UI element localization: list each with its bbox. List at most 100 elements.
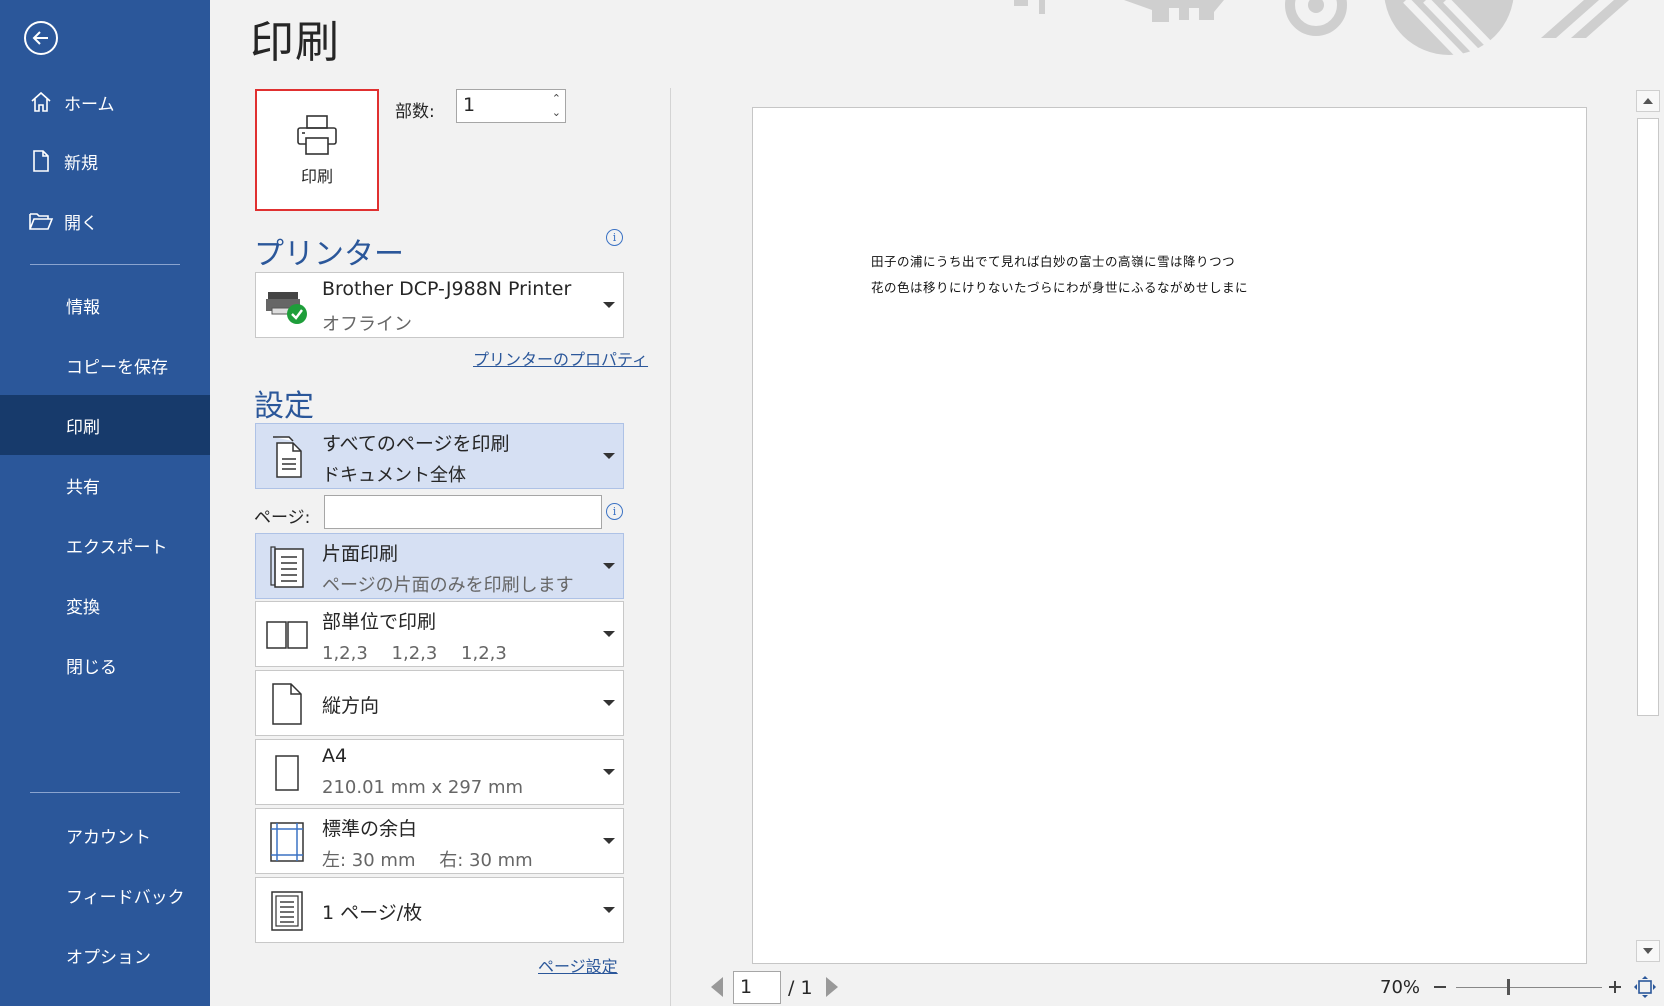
sidebar-item-label: 変換: [66, 597, 100, 618]
preview-text-line: 田子の浦にうち出でて見れば白妙の富士の高嶺に雪は降りつつ: [871, 254, 1236, 269]
sidebar-item-info[interactable]: 情報: [0, 275, 210, 335]
printer-name: Brother DCP-J988N Printer: [322, 278, 572, 300]
total-pages: / 1: [788, 977, 813, 999]
copies-value: 1: [463, 94, 476, 116]
header-decoration: [1014, 0, 1629, 63]
paper-size-dropdown[interactable]: A4 210.01 mm x 297 mm: [255, 739, 624, 805]
pages-input[interactable]: [324, 495, 602, 529]
previous-page-icon[interactable]: [711, 977, 723, 997]
margins-dropdown[interactable]: 標準の余白 左: 30 mm 右: 30 mm: [255, 808, 624, 874]
settings-heading: 設定: [254, 389, 314, 424]
current-page-value: 1: [740, 976, 753, 998]
sidebar-item-save-copy[interactable]: コピーを保存: [0, 335, 210, 395]
sidebar-item-share[interactable]: 共有: [0, 455, 210, 515]
page-title: 印刷: [250, 17, 340, 68]
pages-icon: [264, 434, 310, 480]
paper-size-description: 210.01 mm x 297 mm: [322, 777, 524, 798]
margins-label: 標準の余白: [322, 818, 418, 840]
preview-status-bar: 1 / 1 70%: [700, 968, 1664, 1006]
sidebar-item-print[interactable]: 印刷: [0, 395, 210, 455]
scroll-down-button[interactable]: [1636, 940, 1660, 962]
print-button-label: 印刷: [300, 167, 333, 186]
sidebar-item-account[interactable]: アカウント: [0, 805, 210, 865]
sidebar-item-label: 新規: [64, 153, 98, 174]
duplex-dropdown[interactable]: 片面印刷 ページの片面のみを印刷します: [255, 533, 624, 599]
zoom-out-icon[interactable]: [1433, 980, 1447, 994]
fit-to-window-icon[interactable]: [1634, 976, 1656, 998]
zoom-level[interactable]: 70%: [1380, 977, 1420, 998]
chevron-down-icon: [603, 453, 615, 459]
printer-properties-link[interactable]: プリンターのプロパティ: [473, 346, 648, 370]
portrait-icon: [264, 681, 310, 727]
sidebar-divider: [30, 792, 180, 793]
chevron-down-icon: [603, 838, 615, 844]
chevron-down-icon: [603, 631, 615, 637]
chevron-down-icon: [603, 302, 615, 308]
orientation-dropdown[interactable]: 縦方向: [255, 670, 624, 736]
sidebar-item-export[interactable]: エクスポート: [0, 515, 210, 575]
pages-label: ページ:: [254, 508, 311, 528]
pages-per-sheet-icon: [264, 888, 310, 934]
current-page-input[interactable]: 1: [733, 971, 781, 1004]
info-icon[interactable]: i: [606, 229, 623, 246]
sidebar-divider: [30, 264, 180, 265]
paper-size-label: A4: [322, 745, 348, 767]
sidebar-item-label: ホーム: [64, 94, 115, 115]
pages-per-sheet-dropdown[interactable]: 1 ページ/枚: [255, 877, 624, 943]
print-button[interactable]: 印刷: [255, 89, 379, 211]
page-setup-link[interactable]: ページ設定: [538, 953, 618, 977]
triangle-up-icon: [1643, 98, 1653, 104]
open-folder-icon: [28, 208, 54, 234]
sidebar-item-label: 情報: [66, 297, 100, 318]
printer-dropdown[interactable]: Brother DCP-J988N Printer オフライン: [255, 272, 624, 338]
collate-description: 1,2,3 1,2,3 1,2,3: [322, 643, 507, 664]
zoom-slider-thumb[interactable]: [1507, 979, 1510, 995]
panel-divider: [670, 88, 671, 1006]
sidebar-item-open[interactable]: 開く: [0, 191, 210, 251]
paper-size-icon: [264, 750, 310, 796]
sidebar-item-new[interactable]: 新規: [0, 131, 210, 191]
printer-status-icon: [264, 283, 310, 329]
sidebar-item-options[interactable]: オプション: [0, 925, 210, 985]
chevron-down-icon: [603, 563, 615, 569]
copies-stepper[interactable]: ⌃ ⌄: [552, 92, 561, 120]
sidebar-item-label: 開く: [64, 213, 98, 234]
printer-icon: [297, 115, 337, 155]
back-arrow-icon: [32, 31, 48, 45]
sidebar-item-label: コピーを保存: [66, 357, 168, 378]
collate-dropdown[interactable]: 部単位で印刷 1,2,3 1,2,3 1,2,3: [255, 601, 624, 667]
collate-icon: [264, 612, 310, 658]
sidebar-item-feedback[interactable]: フィードバック: [0, 865, 210, 925]
sidebar-item-label: 印刷: [66, 417, 100, 438]
home-icon: [28, 89, 54, 115]
copies-input[interactable]: 1 ⌃ ⌄: [456, 89, 566, 123]
sidebar-item-label: オプション: [66, 947, 151, 968]
margins-icon: [264, 819, 310, 865]
zoom-slider[interactable]: [1456, 987, 1602, 988]
print-preview-page: 田子の浦にうち出でて見れば白妙の富士の高嶺に雪は降りつつ 花の色は移りにけりない…: [752, 107, 1587, 964]
sidebar-item-home[interactable]: ホーム: [0, 72, 210, 132]
zoom-in-icon[interactable]: [1608, 980, 1622, 994]
scroll-thumb[interactable]: [1637, 118, 1659, 716]
copies-label: 部数:: [395, 102, 435, 122]
scroll-up-button[interactable]: [1636, 90, 1660, 112]
chevron-down-icon: [603, 700, 615, 706]
print-range-dropdown[interactable]: すべてのページを印刷 ドキュメント全体: [255, 423, 624, 489]
collate-label: 部単位で印刷: [322, 611, 437, 633]
next-page-icon[interactable]: [826, 977, 838, 997]
margins-description: 左: 30 mm 右: 30 mm: [322, 850, 533, 871]
sidebar-item-close[interactable]: 閉じる: [0, 635, 210, 695]
preview-scrollbar[interactable]: [1636, 90, 1660, 962]
sidebar-item-transform[interactable]: 変換: [0, 575, 210, 635]
preview-text-line: 花の色は移りにけりないたづらにわが身世にふるながめせしまに: [871, 280, 1249, 295]
info-icon[interactable]: i: [606, 503, 623, 520]
duplex-label: 片面印刷: [322, 543, 399, 565]
sidebar-item-label: エクスポート: [66, 537, 168, 558]
chevron-down-icon: [603, 769, 615, 775]
print-range-description: ドキュメント全体: [322, 465, 466, 486]
pages-per-sheet-label: 1 ページ/枚: [322, 902, 423, 924]
back-button[interactable]: [24, 21, 58, 55]
single-sided-icon: [264, 544, 310, 590]
chevron-down-icon: [603, 907, 615, 913]
printer-heading: プリンター: [254, 237, 404, 272]
